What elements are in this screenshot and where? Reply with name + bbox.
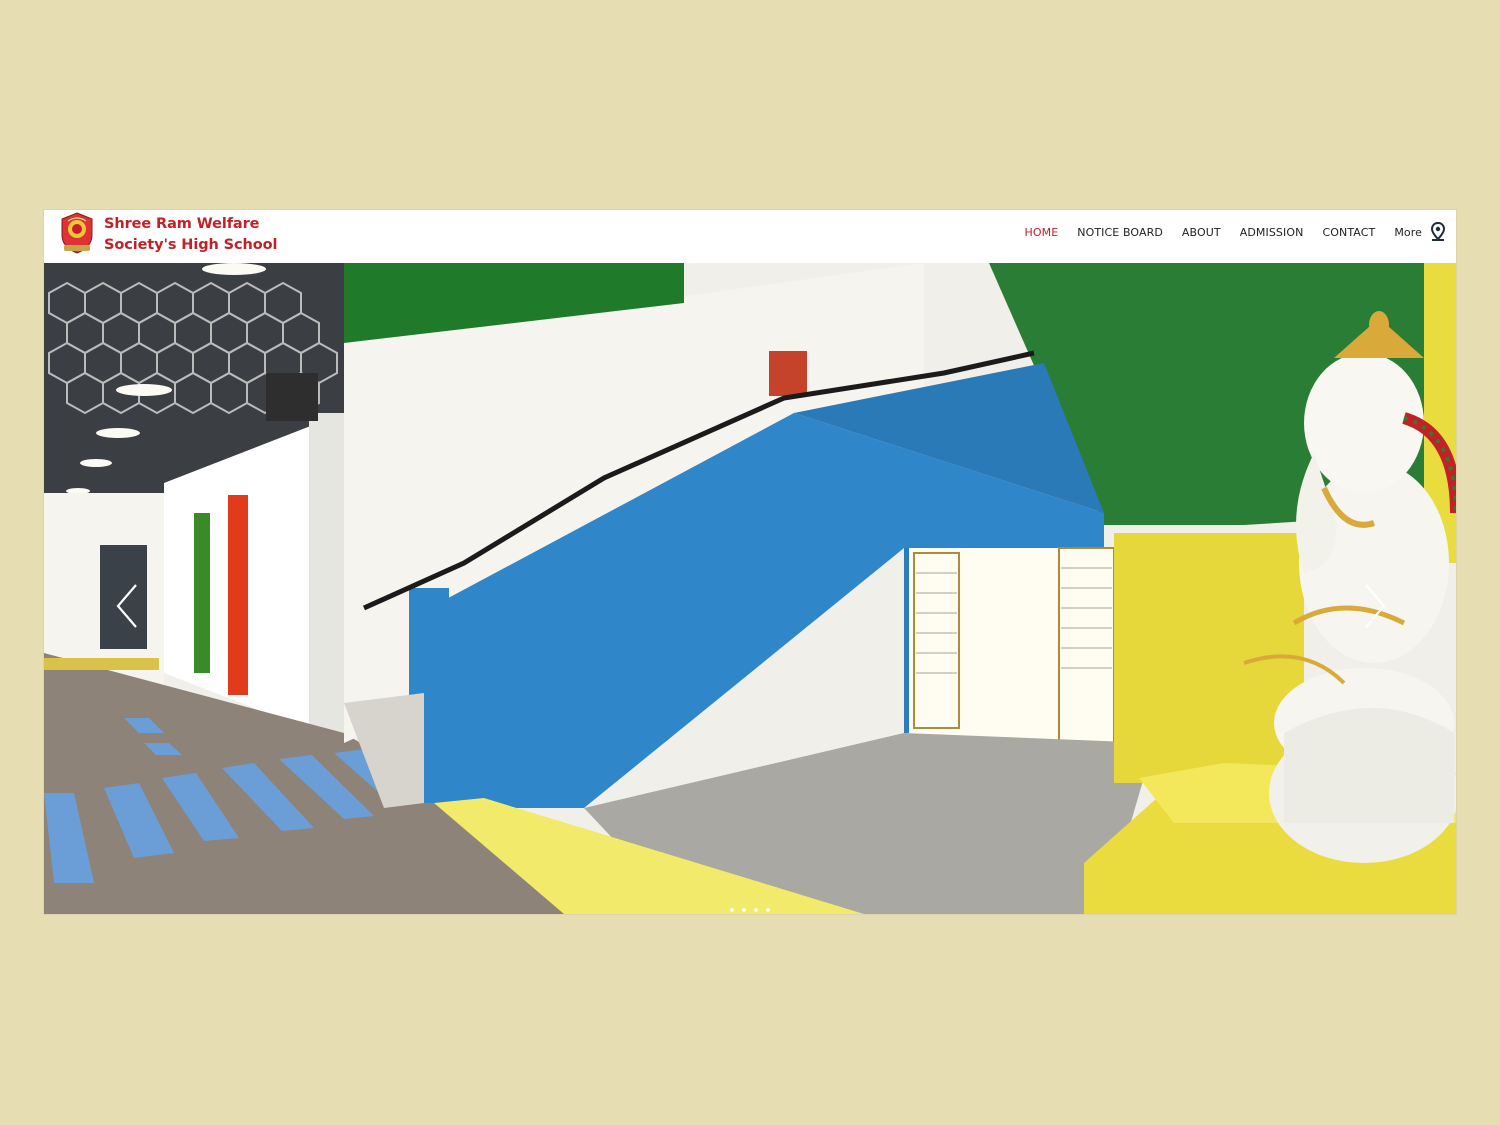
nav-item-about[interactable]: ABOUT — [1182, 226, 1221, 239]
chevron-left-icon[interactable] — [112, 581, 142, 631]
school-name-line1: Shree Ram Welfare — [104, 216, 260, 232]
slider-pagination — [44, 908, 1456, 914]
slider-dot[interactable] — [766, 908, 770, 912]
main-navigation: HOME NOTICE BOARD ABOUT ADMISSION CONTAC… — [1005, 210, 1456, 254]
website-frame: Shree Ram Welfare Society's High School … — [44, 210, 1456, 914]
slider-dot[interactable] — [730, 908, 734, 912]
hero-slide-image — [44, 263, 1456, 914]
school-name-line2: Society's High School — [104, 237, 278, 253]
school-crest-logo[interactable] — [58, 211, 96, 255]
nav-item-admission[interactable]: ADMISSION — [1240, 226, 1304, 239]
nav-item-more[interactable]: More — [1394, 226, 1422, 239]
nav-item-notice-board[interactable]: NOTICE BOARD — [1077, 226, 1163, 239]
chevron-right-icon[interactable] — [1360, 581, 1390, 631]
site-header: Shree Ram Welfare Society's High School … — [44, 210, 1456, 263]
school-name[interactable]: Shree Ram Welfare Society's High School — [104, 214, 277, 256]
hero-slider[interactable] — [44, 263, 1456, 914]
slider-dot[interactable] — [754, 908, 758, 912]
nav-item-home[interactable]: HOME — [1024, 226, 1058, 239]
map-pin-icon[interactable] — [1430, 222, 1446, 242]
slider-dot[interactable] — [742, 908, 746, 912]
nav-item-contact[interactable]: CONTACT — [1322, 226, 1375, 239]
